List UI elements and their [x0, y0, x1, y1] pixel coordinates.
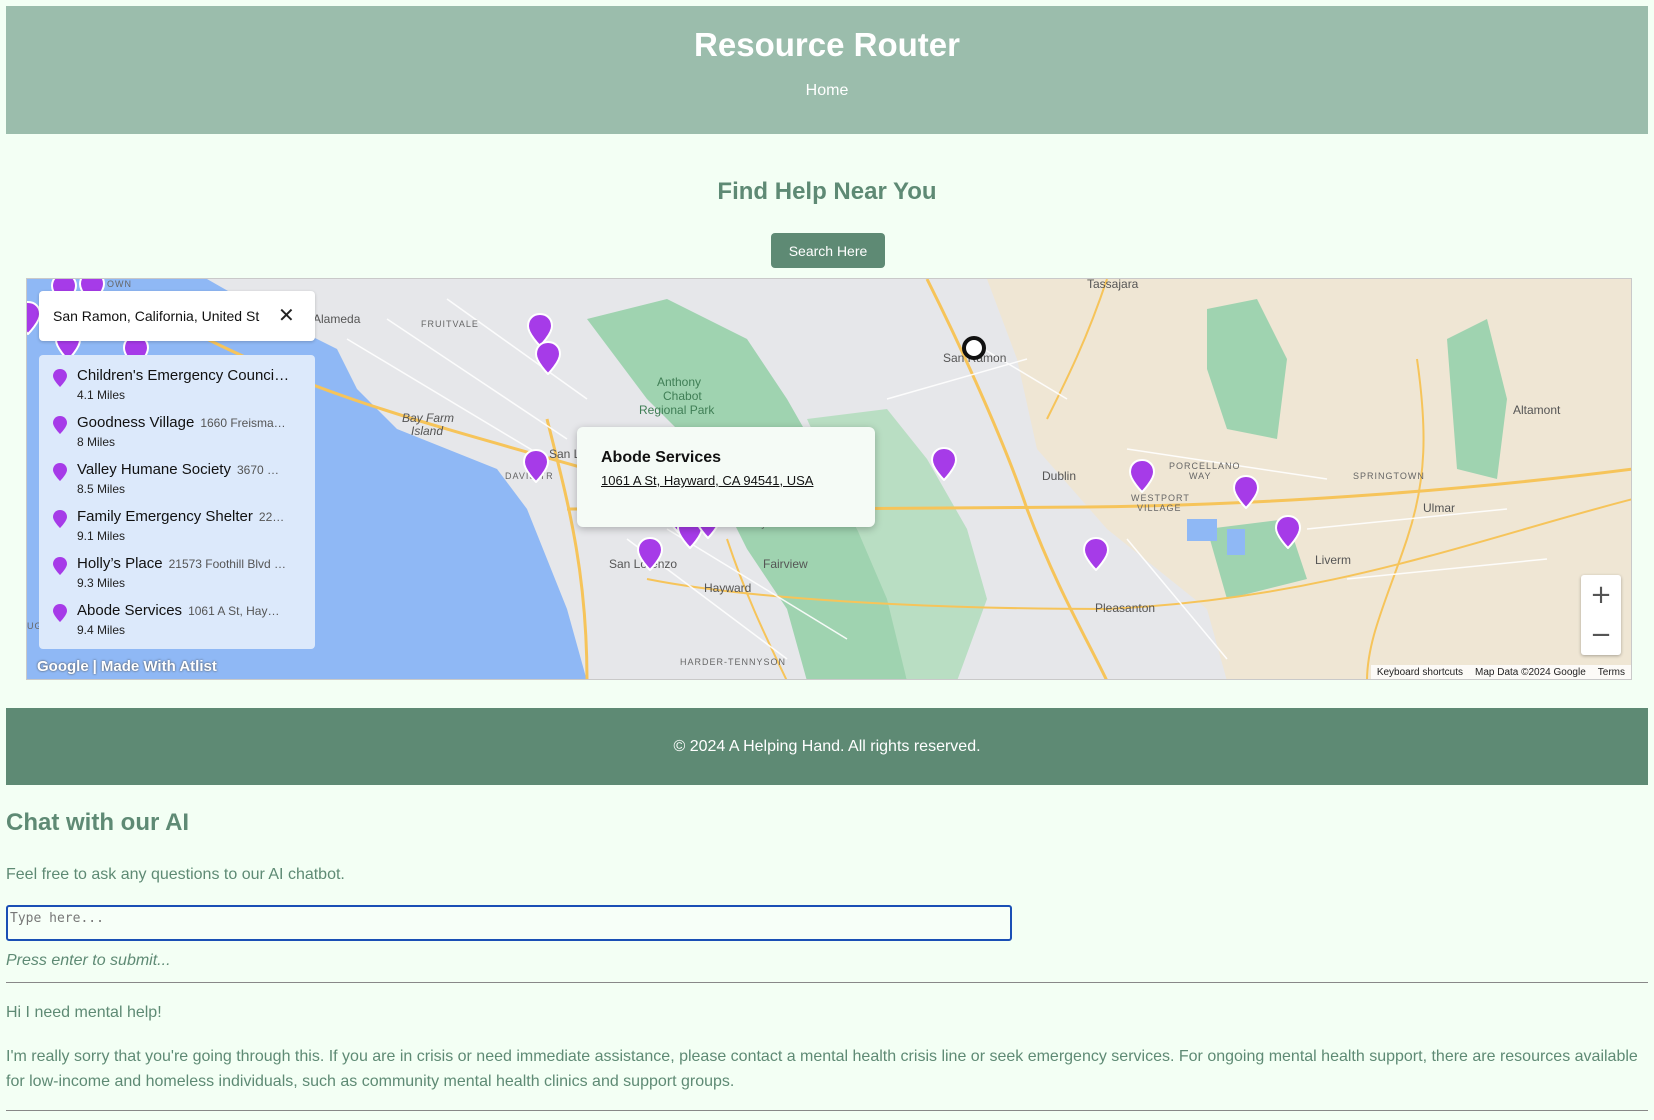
result-address: 22…	[258, 510, 285, 524]
result-name: Valley Humane Society	[77, 461, 231, 478]
current-location-marker	[962, 336, 986, 360]
map-label-fairview: Fairview	[763, 557, 808, 571]
result-pin-icon	[53, 416, 67, 434]
result-item[interactable]: Children's Emergency Counci… 4.1 Miles	[39, 355, 315, 404]
map-label-hayward: Hayward	[704, 581, 752, 595]
map-footer-bar: Keyboard shortcuts Map Data ©2024 Google…	[1370, 665, 1631, 679]
site-title: Resource Router	[694, 26, 960, 63]
zoom-out-button[interactable]: −	[1581, 615, 1621, 655]
map-label-ulmar: Ulmar	[1423, 501, 1455, 515]
map-pin-icon[interactable]	[931, 447, 957, 481]
map-label-san-l: San L	[549, 447, 581, 461]
map-pin-icon[interactable]	[1275, 515, 1301, 549]
atlist-link[interactable]: Made With Atlist	[101, 658, 217, 675]
chat-hint: Press enter to submit...	[6, 952, 171, 969]
result-name: Holly’s Place	[77, 555, 163, 572]
result-name: Goodness Village	[77, 414, 195, 431]
site-footer: © 2024 A Helping Hand. All rights reserv…	[6, 708, 1648, 785]
nav-home-link[interactable]: Home	[806, 82, 849, 100]
chat-input[interactable]	[6, 905, 1012, 941]
chat-message-assistant: I'm really sorry that you're going throu…	[6, 1048, 1638, 1090]
search-here-button[interactable]: Search Here	[771, 233, 885, 268]
map-pin-icon[interactable]	[1233, 475, 1259, 509]
chat-title: Chat with our AI	[6, 809, 190, 836]
google-logo[interactable]: Google	[37, 658, 89, 675]
find-help-title: Find Help Near You	[717, 178, 937, 205]
result-pin-icon	[53, 463, 67, 481]
results-list[interactable]: Children's Emergency Counci… 4.1 Miles G…	[39, 355, 315, 649]
map-pin-icon[interactable]	[1083, 537, 1109, 571]
result-distance: 9.3 Miles	[77, 576, 126, 590]
result-item[interactable]: Abode Services 1061 A St, Hay… 9.4 Miles	[39, 590, 315, 639]
result-distance: 8 Miles	[77, 435, 116, 449]
divider	[6, 1110, 1648, 1111]
map-pin-icon[interactable]	[523, 449, 549, 483]
result-pin-icon	[53, 557, 67, 575]
map-attribution: Google | Made With Atlist	[37, 658, 217, 675]
result-distance: 8.5 Miles	[77, 482, 126, 496]
result-name: Children's Emergency Counci…	[77, 367, 290, 384]
map-label-springtown: SPRINGTOWN	[1353, 471, 1425, 481]
map-label-alameda: Alameda	[313, 312, 361, 326]
result-address: 1061 A St, Hay…	[188, 604, 280, 618]
location-search-value[interactable]: San Ramon, California, United St	[53, 308, 268, 324]
result-name: Abode Services	[77, 602, 183, 619]
result-pin-icon	[53, 369, 67, 387]
popup-address-link[interactable]: 1061 A St, Hayward, CA 94541, USA	[601, 473, 851, 488]
result-name: Family Emergency Shelter	[77, 508, 253, 525]
result-address: 3670 …	[236, 463, 279, 477]
map-label-dublin: Dublin	[1042, 469, 1077, 483]
map-label-village: VILLAGE	[1137, 503, 1182, 513]
result-item[interactable]: Family Emergency Shelter 22… 9.1 Miles	[39, 496, 315, 545]
map-pin-icon[interactable]	[535, 341, 561, 375]
map-label-porcellano: PORCELLANO	[1169, 461, 1241, 471]
map-label-way: WAY	[1189, 471, 1212, 481]
map-label-bay-farm: Bay Farm	[402, 411, 455, 425]
map-label-anthony: Anthony	[657, 375, 702, 389]
result-name-line: Valley Humane Society 3670 …	[77, 461, 301, 478]
map-label-tassajara: Tassajara	[1087, 278, 1139, 291]
map-label-own: OWN	[107, 279, 132, 289]
map-label-pleasanton: Pleasanton	[1095, 601, 1156, 615]
map-label-island: Island	[411, 424, 444, 438]
popup-name: Abode Services	[601, 449, 722, 466]
map-pin-icon[interactable]	[637, 537, 663, 571]
info-popup: Abode Services 1061 A St, Hayward, CA 94…	[577, 427, 875, 527]
map-label-regional-park: Regional Park	[639, 403, 715, 417]
map-widget[interactable]: Tassajara Alameda FRUITVALE OWN Anthony …	[26, 278, 1632, 680]
zoom-in-button[interactable]: +	[1581, 575, 1621, 615]
result-item[interactable]: Holly’s Place 21573 Foothill Blvd … 9.3 M…	[39, 543, 315, 592]
map-label-livermore: Liverm	[1315, 553, 1352, 567]
result-distance: 4.1 Miles	[77, 388, 126, 402]
map-label-altamont: Altamont	[1513, 403, 1561, 417]
site-header: Resource Router Home	[6, 6, 1648, 134]
keyboard-shortcuts-link[interactable]: Keyboard shortcuts	[1377, 667, 1463, 678]
chat-message-user: Hi I need mental help!	[6, 1004, 162, 1021]
result-address: 1660 Freisma…	[200, 416, 286, 430]
result-name-line: Holly’s Place 21573 Foothill Blvd …	[77, 555, 301, 572]
result-address: 21573 Foothill Blvd …	[168, 557, 286, 571]
result-name-line: Family Emergency Shelter 22…	[77, 508, 301, 525]
chat-description: Feel free to ask any questions to our AI…	[6, 866, 345, 883]
map-data-text: Map Data ©2024 Google	[1474, 666, 1586, 678]
map-label-harder-tennyson: HARDER-TENNYSON	[680, 657, 787, 667]
location-search-box[interactable]: San Ramon, California, United St ✕	[39, 291, 315, 341]
divider	[6, 982, 1648, 983]
terms-link[interactable]: Terms	[1598, 667, 1625, 678]
copyright-text: © 2024 A Helping Hand. All rights reserv…	[673, 737, 981, 755]
result-name-line: Abode Services 1061 A St, Hay…	[77, 602, 301, 619]
result-item[interactable]: Goodness Village 1660 Freisma… 8 Miles	[39, 402, 315, 451]
map-label-fruitvale: FRUITVALE	[421, 319, 479, 329]
map-label-westport: WESTPORT	[1131, 493, 1190, 503]
map-label-chabot: Chabot	[663, 389, 702, 403]
result-distance: 9.1 Miles	[77, 529, 126, 543]
result-pin-icon	[53, 604, 67, 622]
clear-search-icon[interactable]: ✕	[278, 306, 295, 326]
result-item[interactable]: Valley Humane Society 3670 … 8.5 Miles	[39, 449, 315, 498]
result-name-line: Goodness Village 1660 Freisma…	[77, 414, 301, 431]
map-pin-icon[interactable]	[1129, 459, 1155, 493]
zoom-control: + −	[1581, 575, 1621, 655]
result-pin-icon	[53, 510, 67, 528]
result-distance: 9.4 Miles	[77, 623, 126, 637]
